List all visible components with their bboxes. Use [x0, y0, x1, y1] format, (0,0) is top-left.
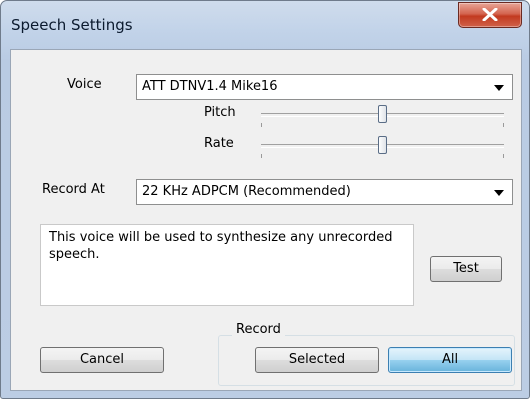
- pitch-label: Pitch: [204, 105, 236, 120]
- pitch-tick-min: [261, 123, 262, 127]
- voice-select[interactable]: ATT DTNV1.4 Mike16: [136, 74, 513, 100]
- window-title: Speech Settings: [11, 16, 133, 34]
- rate-tick-min: [261, 154, 262, 158]
- chevron-down-icon: [494, 190, 504, 196]
- dialog-body: Voice ATT DTNV1.4 Mike16 Pitch Rate Reco…: [10, 49, 522, 391]
- pitch-slider-thumb[interactable]: [378, 105, 387, 123]
- record-group-label: Record: [232, 322, 285, 337]
- rate-label: Rate: [204, 136, 234, 151]
- voice-description: This voice will be used to synthesize an…: [40, 224, 414, 306]
- record-all-button[interactable]: All: [388, 347, 512, 373]
- chevron-down-icon: [494, 85, 504, 91]
- close-x-icon: [482, 8, 498, 21]
- rate-slider-thumb[interactable]: [378, 136, 387, 154]
- record-at-select-value: 22 KHz ADPCM (Recommended): [142, 184, 351, 199]
- cancel-button[interactable]: Cancel: [40, 347, 164, 373]
- rate-tick-max: [503, 154, 504, 158]
- record-at-select[interactable]: 22 KHz ADPCM (Recommended): [136, 179, 513, 205]
- voice-select-value: ATT DTNV1.4 Mike16: [142, 79, 278, 94]
- record-at-label: Record At: [42, 182, 105, 197]
- speech-settings-dialog: Speech Settings Voice ATT DTNV1.4 Mike16…: [0, 0, 530, 399]
- pitch-tick-max: [503, 123, 504, 127]
- voice-label: Voice: [67, 77, 102, 92]
- close-button[interactable]: [458, 2, 522, 28]
- test-button[interactable]: Test: [430, 256, 502, 282]
- record-selected-button[interactable]: Selected: [255, 347, 379, 373]
